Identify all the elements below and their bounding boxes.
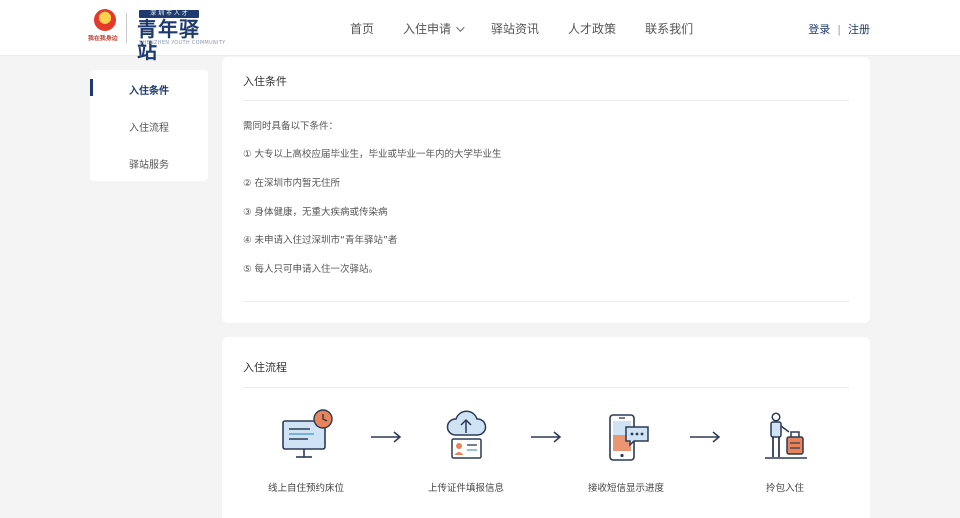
brand-wordmark: 深 圳 市 人 才 青年驿站 SHENZHEN YOUTH COMMUNITY [137, 10, 225, 62]
nav-label: 驿站资讯 [491, 22, 540, 36]
logo-divider [126, 13, 127, 43]
emblem-text: 我在我身边 [88, 34, 118, 42]
nav-item-policy[interactable]: 人才政策 [568, 20, 616, 37]
condition-item: ④ 未申请入住过深圳市“青年驿站”者 [243, 235, 398, 246]
emblem-badge [94, 9, 116, 31]
process-step: 拎包入住 [730, 407, 840, 494]
auth-separator: | [837, 22, 841, 36]
auth-links: 登录 | 注册 [808, 21, 870, 37]
nav-item-news[interactable]: 驿站资讯 [491, 20, 539, 37]
condition-item: ⑤ 每人只可申请入住一次驿站。 [243, 264, 379, 275]
divider [243, 387, 849, 388]
process-step: 线上自住预约床位 [251, 407, 361, 494]
brand-subtitle: SHENZHEN YOUTH COMMUNITY [139, 40, 226, 46]
conditions-title: 入住条件 [243, 75, 287, 88]
nav-label: 入住申请 [403, 22, 452, 36]
process-step: 接收短信显示进度 [571, 407, 681, 494]
nav-item-home[interactable]: 首页 [350, 20, 374, 37]
register-link[interactable]: 注册 [848, 21, 870, 37]
person-luggage-icon [757, 407, 813, 463]
condition-item: ① 大专以上高校应届毕业生，毕业或毕业一年内的大学毕业生 [243, 149, 502, 160]
conditions-intro: 需同时具备以下条件： [243, 121, 339, 132]
nav-label: 人才政策 [568, 22, 617, 36]
nav-item-apply[interactable]: 入住申请 [403, 20, 465, 37]
step-label: 拎包入住 [765, 483, 804, 494]
nav-label: 首页 [350, 22, 375, 36]
step-label: 接收短信显示进度 [587, 483, 664, 494]
process-card: 入住流程 线上自住预约床位 上传证件填报信息 接收短信显示进度 拎包入住 [222, 337, 870, 518]
side-menu: 入住条件 入住流程 驿站服务 [90, 70, 208, 181]
side-item-conditions[interactable]: 入住条件 [90, 82, 208, 97]
step-label: 上传证件填报信息 [427, 483, 504, 494]
divider [243, 301, 849, 302]
condition-item: ② 在深圳市内暂无住所 [243, 178, 341, 189]
divider [243, 100, 849, 101]
chevron-down-icon [456, 22, 465, 32]
arrow-right-icon [690, 431, 721, 443]
arrow-right-icon [371, 431, 402, 443]
process-step: 上传证件填报信息 [411, 407, 521, 494]
cloud-upload-id-icon [438, 407, 494, 463]
site-header: 我在我身边 深 圳 市 人 才 青年驿站 SHENZHEN YOUTH COMM… [0, 0, 960, 62]
process-steps: 线上自住预约床位 上传证件填报信息 接收短信显示进度 拎包入住 [222, 407, 870, 507]
phone-message-icon [598, 407, 654, 463]
league-emblem-icon: 我在我身边 [88, 9, 120, 47]
site-logo[interactable]: 我在我身边 深 圳 市 人 才 青年驿站 SHENZHEN YOUTH COMM… [88, 9, 225, 62]
nav-item-contact[interactable]: 联系我们 [645, 20, 693, 37]
step-label: 线上自住预约床位 [267, 483, 344, 494]
main-nav: 首页 入住申请 驿站资讯 人才政策 联系我们 [350, 20, 722, 37]
condition-item: ③ 身体健康，无重大疾病或传染病 [243, 207, 388, 218]
conditions-card: 入住条件 需同时具备以下条件： ① 大专以上高校应届毕业生，毕业或毕业一年内的大… [222, 57, 870, 323]
login-link[interactable]: 登录 [808, 21, 830, 37]
nav-label: 联系我们 [645, 22, 694, 36]
arrow-right-icon [531, 431, 562, 443]
monitor-clock-icon [278, 407, 334, 463]
side-item-services[interactable]: 驿站服务 [90, 156, 208, 171]
process-title: 入住流程 [243, 361, 287, 374]
side-item-process[interactable]: 入住流程 [90, 119, 208, 134]
